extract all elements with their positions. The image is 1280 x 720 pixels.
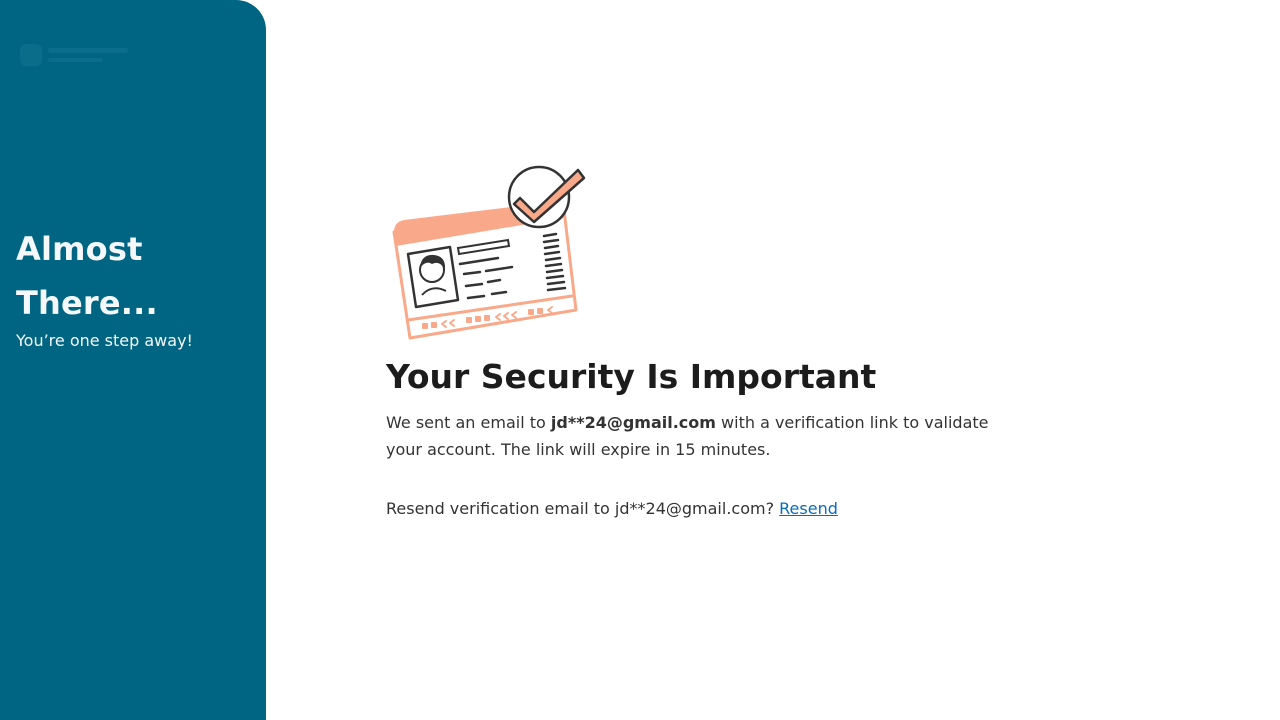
page-title: Your Security Is Important: [386, 357, 877, 396]
main-content: Your Security Is Important We sent an em…: [386, 0, 1026, 720]
resend-prompt: Resend verification email to jd**24@gmai…: [386, 499, 775, 518]
id-card-verified-icon: [392, 165, 586, 340]
sidebar-headline: Almost There...: [16, 230, 158, 322]
verification-message: We sent an email to jd**24@gmail.com wit…: [386, 409, 996, 463]
message-prefix: We sent an email to: [386, 413, 551, 432]
sidebar-subtitle: You’re one step away!: [16, 331, 193, 350]
sidebar-panel: Almost There... You’re one step away!: [0, 0, 266, 720]
resend-row: Resend verification email to jd**24@gmai…: [386, 497, 838, 521]
resend-link[interactable]: Resend: [779, 499, 838, 518]
masked-email: jd**24@gmail.com: [550, 413, 716, 432]
brand-logo-icon: [20, 44, 128, 66]
